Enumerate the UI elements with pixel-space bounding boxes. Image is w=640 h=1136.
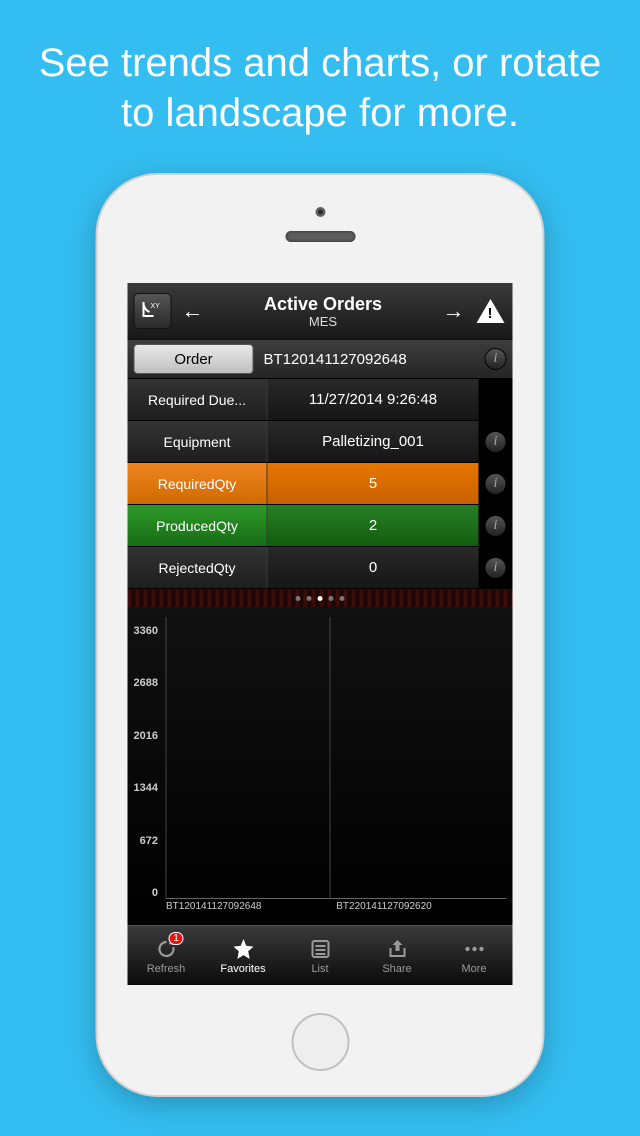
tab-label: Refresh — [147, 963, 186, 975]
row-label: RejectedQty — [128, 547, 268, 588]
tab-bar: 1 Refresh Favorites List Share — [128, 925, 513, 985]
row-value: Palletizing_001 — [268, 421, 479, 462]
chart-area: 33602688201613446720 BT120141127092648BT… — [128, 607, 513, 925]
page-indicator[interactable] — [128, 589, 513, 607]
tab-favorites[interactable]: Favorites — [205, 926, 282, 985]
page-dot[interactable] — [340, 596, 345, 601]
more-icon — [462, 937, 486, 961]
chart-plot[interactable]: BT120141127092648BT220141127092620 — [166, 617, 507, 921]
list-icon — [309, 937, 331, 961]
row-label: Equipment — [128, 421, 268, 462]
order-header-row: Order BT120141127092648 i — [128, 339, 513, 379]
prev-arrow-icon[interactable]: ← — [178, 298, 208, 324]
info-icon[interactable]: i — [485, 473, 507, 495]
home-button[interactable] — [291, 1013, 349, 1071]
page-dot[interactable] — [296, 596, 301, 601]
warning-icon: ! — [477, 299, 505, 323]
data-table: Required Due...11/27/2014 9:26:48Equipme… — [128, 379, 513, 589]
order-value: BT120141127092648 — [254, 351, 479, 368]
app-screen: XY ← Active Orders MES → ! Order BT12014… — [128, 283, 513, 985]
table-row[interactable]: ProducedQty2i — [128, 505, 513, 547]
row-label: RequiredQty — [128, 463, 268, 504]
tab-list[interactable]: List — [282, 926, 359, 985]
info-icon[interactable]: i — [485, 557, 507, 579]
info-icon[interactable]: i — [485, 515, 507, 537]
header-bar: XY ← Active Orders MES → ! — [128, 283, 513, 339]
refresh-badge: 1 — [168, 932, 184, 945]
refresh-icon: 1 — [154, 937, 178, 961]
tab-label: List — [311, 963, 328, 975]
row-label: ProducedQty — [128, 505, 268, 546]
promo-headline: See trends and charts, or rotate to land… — [0, 0, 640, 138]
row-value: 0 — [268, 547, 479, 588]
speaker-slot — [285, 231, 355, 242]
info-icon[interactable]: i — [485, 431, 507, 453]
tab-refresh[interactable]: 1 Refresh — [128, 926, 205, 985]
row-value: 11/27/2014 9:26:48 — [268, 379, 479, 420]
device-frame: XY ← Active Orders MES → ! Order BT12014… — [98, 175, 543, 1095]
warning-button[interactable]: ! — [475, 296, 507, 326]
tab-label: Favorites — [220, 963, 265, 975]
svg-text:XY: XY — [151, 303, 161, 310]
order-label-pill[interactable]: Order — [134, 344, 254, 374]
page-subtitle: MES — [309, 314, 337, 329]
tab-label: Share — [382, 963, 411, 975]
camera-dot — [315, 207, 325, 217]
share-icon — [385, 937, 409, 961]
table-row[interactable]: RequiredQty5i — [128, 463, 513, 505]
tab-share[interactable]: Share — [359, 926, 436, 985]
table-row[interactable]: EquipmentPalletizing_001 i — [128, 421, 513, 463]
star-icon — [231, 937, 255, 961]
row-value: 2 — [268, 505, 479, 546]
info-icon[interactable]: i — [485, 348, 507, 370]
page-dot[interactable] — [329, 596, 334, 601]
table-row[interactable]: RejectedQty0i — [128, 547, 513, 589]
page-dot[interactable] — [307, 596, 312, 601]
row-label: Required Due... — [128, 379, 268, 420]
table-row[interactable]: Required Due...11/27/2014 9:26:48 — [128, 379, 513, 421]
row-value: 5 — [268, 463, 479, 504]
tab-label: More — [461, 963, 486, 975]
next-arrow-icon[interactable]: → — [439, 298, 469, 324]
page-title: Active Orders — [264, 294, 382, 315]
page-dot[interactable] — [318, 596, 323, 601]
chart-x-axis: BT120141127092648BT220141127092620 — [166, 901, 507, 921]
chart-y-axis: 33602688201613446720 — [134, 617, 162, 921]
tab-more[interactable]: More — [436, 926, 513, 985]
xy-mode-button[interactable]: XY — [134, 293, 172, 329]
